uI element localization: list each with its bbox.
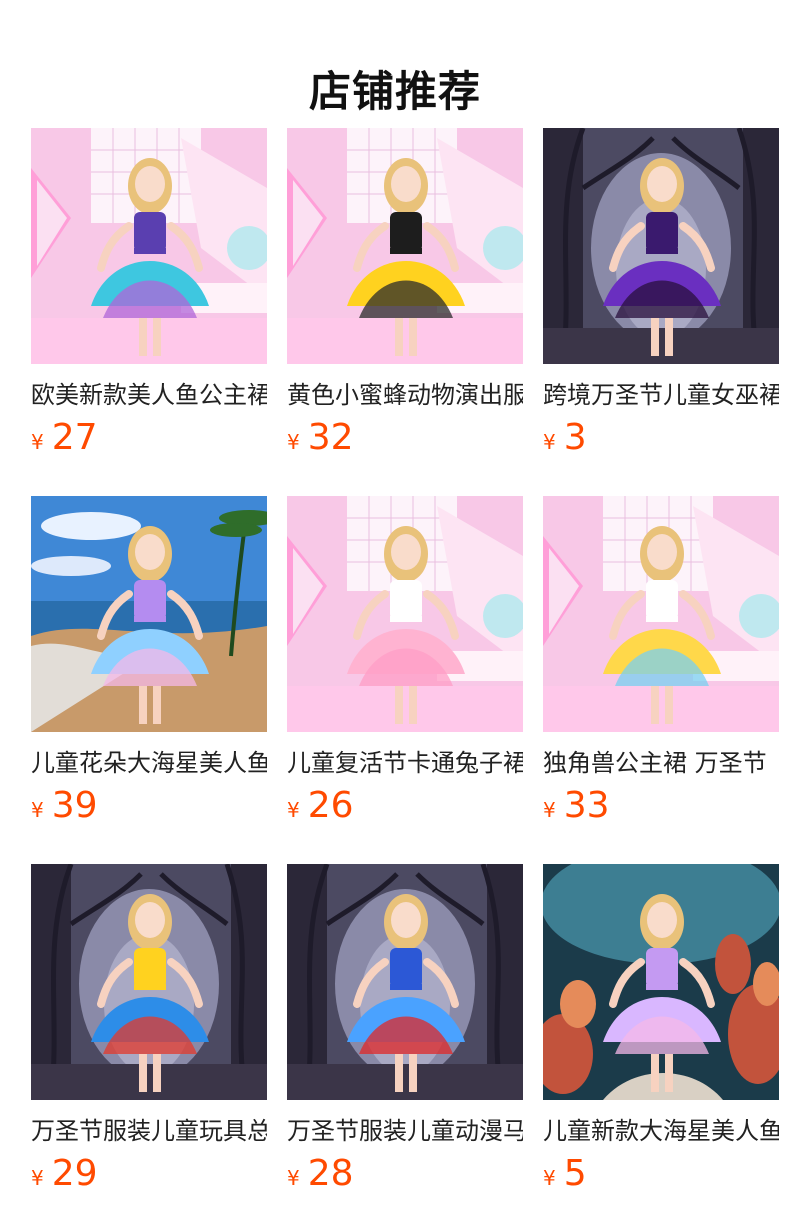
product-card[interactable]: 万圣节服装儿童动漫马里奥 ¥28 [287,864,523,1232]
product-name[interactable]: 跨境万圣节儿童女巫裙 [543,378,779,412]
product-price: ¥3 [543,416,587,460]
product-price: ¥27 [31,416,98,460]
product-image[interactable] [543,128,779,364]
product-name[interactable]: 儿童新款大海星美人鱼裙 [543,1114,779,1148]
product-name[interactable]: 独角兽公主裙 万圣节 [543,746,779,780]
currency-symbol: ¥ [31,430,44,454]
product-card[interactable]: 儿童花朵大海星美人鱼裙 ¥39 [31,496,267,864]
currency-symbol: ¥ [543,798,556,822]
product-card[interactable]: 独角兽公主裙 万圣节 ¥33 [543,496,779,864]
price-amount: 32 [307,417,354,458]
product-image[interactable] [543,864,779,1100]
currency-symbol: ¥ [31,1166,44,1190]
page-title: 店铺推荐 [308,67,481,117]
product-image[interactable] [287,864,523,1100]
product-grid: 欧美新款美人鱼公主裙 ¥27 黄色小蜜蜂动物演出服 ¥ 32 跨境万圣节儿童女巫… [31,128,790,1232]
product-price: ¥26 [287,784,354,828]
product-image[interactable] [543,496,779,732]
product-image[interactable] [31,864,267,1100]
product-card[interactable]: 欧美新款美人鱼公主裙 ¥27 [31,128,267,496]
product-name[interactable]: 儿童花朵大海星美人鱼裙 [31,746,267,780]
product-name[interactable]: 万圣节服装儿童动漫马里奥 [287,1114,523,1148]
product-card[interactable]: 儿童复活节卡通兔子裙 ¥26 [287,496,523,864]
product-image[interactable] [287,496,523,732]
product-price: ¥29 [31,1152,98,1196]
product-image[interactable] [31,128,267,364]
price-amount: 29 [51,1153,98,1194]
product-card[interactable]: 儿童新款大海星美人鱼裙 ¥5 [543,864,779,1232]
price-amount: 27 [51,417,98,458]
price-amount: 26 [307,785,354,826]
product-price: ¥39 [31,784,98,828]
currency-symbol: ¥ [287,430,300,454]
product-price: ¥33 [543,784,610,828]
currency-symbol: ¥ [287,1166,300,1190]
product-name[interactable]: 黄色小蜜蜂动物演出服 [287,378,523,412]
product-name[interactable]: 万圣节服装儿童玩具总动员 [31,1114,267,1148]
currency-symbol: ¥ [287,798,300,822]
currency-symbol: ¥ [543,1166,556,1190]
price-amount: 33 [563,785,610,826]
product-image[interactable] [287,128,523,364]
product-price: ¥28 [287,1152,354,1196]
price-amount: 28 [307,1153,354,1194]
product-card[interactable]: 跨境万圣节儿童女巫裙 ¥3 [543,128,779,496]
currency-symbol: ¥ [31,798,44,822]
product-price: ¥32 [287,416,354,460]
price-amount: 5 [563,1153,587,1194]
currency-symbol: ¥ [543,430,556,454]
product-card[interactable]: 黄色小蜜蜂动物演出服 ¥32 [287,128,523,496]
product-image[interactable] [31,496,267,732]
price-amount: 3 [563,417,587,458]
product-name[interactable]: 欧美新款美人鱼公主裙 [31,378,267,412]
product-name[interactable]: 儿童复活节卡通兔子裙 [287,746,523,780]
product-price: ¥5 [543,1152,587,1196]
price-amount: 39 [51,785,98,826]
product-card[interactable]: 万圣节服装儿童玩具总动员 ¥29 [31,864,267,1232]
